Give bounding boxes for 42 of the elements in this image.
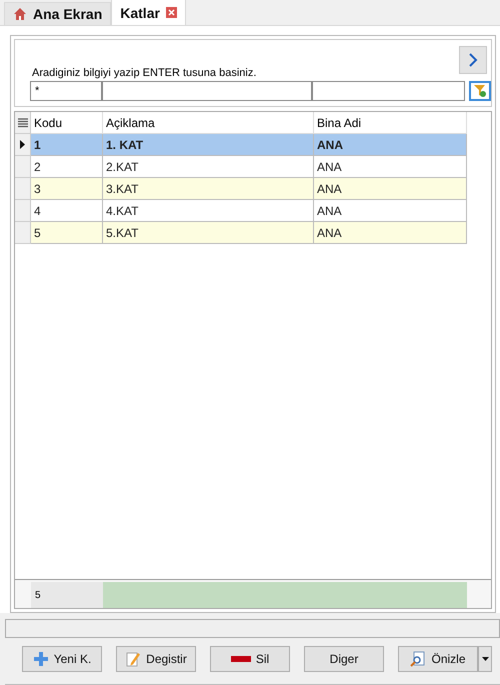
table-cell[interactable]: ANA: [314, 200, 467, 222]
action-button[interactable]: Önizle: [398, 646, 478, 672]
search-field[interactable]: [312, 81, 466, 101]
row-pointer-icon: [20, 140, 25, 149]
row-count: 5: [31, 582, 103, 608]
minus-icon: [230, 656, 251, 662]
table-cell[interactable]: 2: [31, 156, 103, 178]
table-cell[interactable]: ANA: [314, 134, 467, 156]
pencil-icon: [125, 651, 142, 667]
table-cell[interactable]: 5.KAT: [103, 222, 314, 244]
preview-icon: [410, 651, 426, 667]
table-cell[interactable]: ANA: [314, 222, 467, 244]
plus-icon: [32, 651, 49, 667]
search-hint: Aradiginiz bilgiyi yazip ENTER tusuna basiniz.: [32, 67, 258, 79]
tab[interactable]: Katlar: [111, 0, 186, 25]
column-chooser-icon[interactable]: [18, 118, 28, 128]
table-cell[interactable]: 3.KAT: [103, 178, 314, 200]
action-button[interactable]: Degistir: [116, 646, 196, 672]
search-field[interactable]: *: [30, 81, 102, 101]
search-field[interactable]: [102, 81, 312, 101]
next-button[interactable]: [459, 46, 487, 74]
table-cell[interactable]: ANA: [314, 178, 467, 200]
table-cell[interactable]: ANA: [314, 156, 467, 178]
caret-icon: [482, 657, 488, 661]
funnel-icon: [473, 84, 488, 98]
tab[interactable]: Ana Ekran: [4, 2, 112, 25]
action-button[interactable]: Diger: [304, 646, 384, 672]
dropdown-button[interactable]: [478, 646, 492, 672]
action-button[interactable]: Sil: [210, 646, 290, 672]
table-cell[interactable]: 4.KAT: [103, 200, 314, 222]
row-header[interactable]: [15, 134, 31, 156]
table-cell[interactable]: 1. KAT: [103, 134, 314, 156]
table-cell[interactable]: 4: [31, 200, 103, 222]
table-cell[interactable]: 5: [31, 222, 103, 244]
table-cell[interactable]: 2.KAT: [103, 156, 314, 178]
action-button[interactable]: Yeni K.: [22, 646, 102, 672]
table-cell[interactable]: 1: [31, 134, 103, 156]
chevron-right-icon: [468, 52, 478, 68]
close-icon[interactable]: [166, 7, 177, 18]
table-cell[interactable]: 3: [31, 178, 103, 200]
filter-button[interactable]: [469, 81, 491, 101]
house-icon: [13, 7, 27, 21]
